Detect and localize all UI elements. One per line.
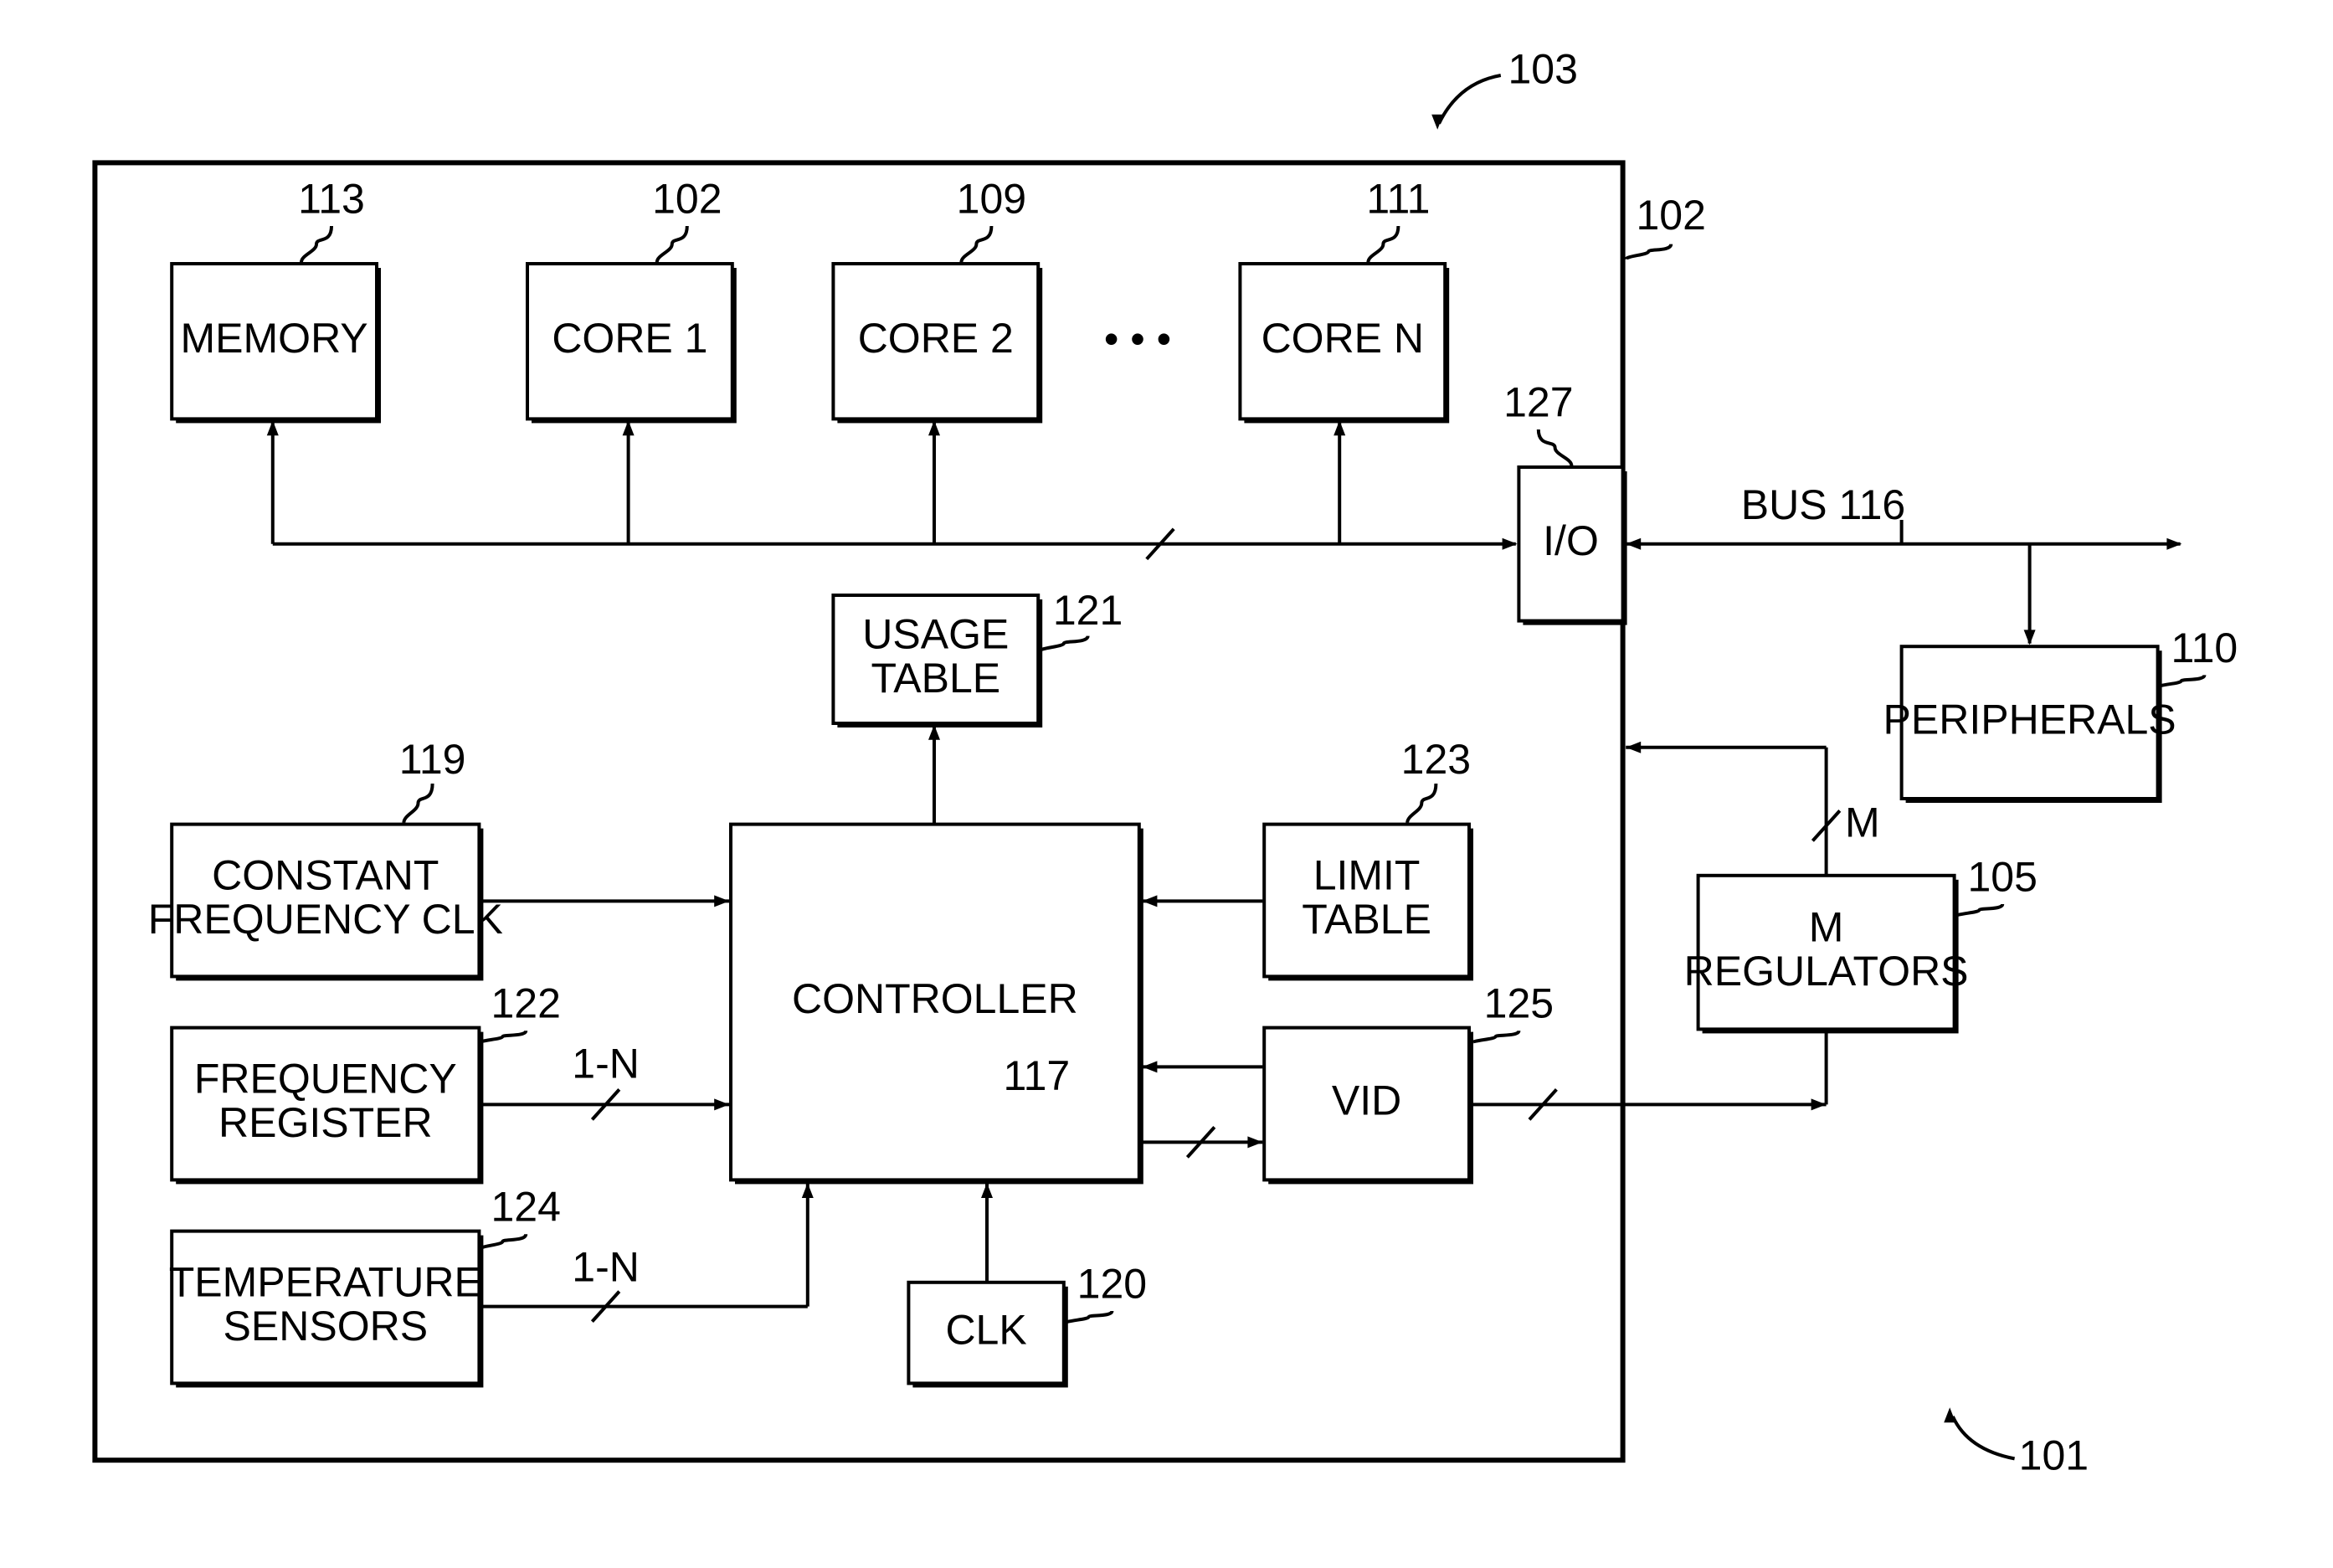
- io-ref: 127: [1503, 378, 1573, 425]
- arrowhead-icon: [801, 1183, 814, 1198]
- clk-ref: 120: [1077, 1260, 1147, 1307]
- arrowhead-icon: [981, 1183, 993, 1198]
- arrowhead-icon: [1142, 1061, 1158, 1073]
- leader-line: [1536, 429, 1574, 466]
- figure-arrow-101: [1950, 1416, 2015, 1461]
- regulators-bus-width: M: [1845, 799, 1880, 846]
- leader-line: [1063, 1310, 1114, 1325]
- leader-line: [655, 225, 689, 263]
- frequency-register-block-label: REGISTER: [218, 1099, 433, 1146]
- clk-block-label: CLK: [945, 1306, 1026, 1353]
- limit-ref: 123: [1401, 736, 1471, 783]
- leader-line: [1038, 635, 1090, 653]
- bus-label: BUS 116: [1741, 481, 1905, 528]
- peripherals-ref: 110: [2171, 625, 2238, 671]
- peripherals-block-label: PERIPHERALS: [1883, 696, 2176, 743]
- figure-ref-101: 101: [2019, 1432, 2089, 1479]
- usage-table-block-label: USAGE: [862, 611, 1009, 658]
- coreN-block-label: CORE N: [1262, 315, 1424, 362]
- vid-ref: 125: [1484, 980, 1554, 1027]
- figure-ref-103: 103: [1508, 46, 1577, 93]
- arrowhead-icon: [1502, 537, 1518, 550]
- arrowhead-icon: [1626, 741, 1642, 753]
- temp-ref: 124: [491, 1184, 560, 1231]
- arrowhead-icon: [1811, 1098, 1827, 1111]
- core2-block-label: CORE 2: [858, 315, 1014, 362]
- controller-ref: 117: [1004, 1052, 1071, 1099]
- ellipsis-more-cores: • • •: [1104, 316, 1171, 362]
- chip-leader: [1624, 243, 1673, 261]
- leader-line: [477, 1030, 528, 1045]
- constant-frequency-clk-block-label: FREQUENCY CLK: [148, 896, 503, 943]
- vid-block-label: VID: [1332, 1077, 1401, 1124]
- leader-line: [477, 1233, 528, 1252]
- arrowhead-icon: [1626, 537, 1642, 550]
- freqreg-ref: 122: [491, 980, 560, 1027]
- constclk-ref: 119: [399, 736, 466, 783]
- leader-line: [1470, 1030, 1521, 1045]
- constant-frequency-clk-block-label: CONSTANT: [212, 852, 439, 899]
- arrowhead-icon: [714, 895, 730, 907]
- memory-ref: 113: [298, 175, 365, 222]
- limit-table-block-label: LIMIT: [1313, 852, 1421, 899]
- coreN-ref: 111: [1366, 175, 1430, 222]
- controller-block-label: CONTROLLER: [792, 975, 1078, 1022]
- diagram-canvas: MEMORY CORE 1 CORE 2 CORE NI/OUSAGETABLECON…: [92, 46, 2238, 1479]
- leader-line: [1405, 783, 1438, 824]
- usage-table-block-label: TABLE: [871, 655, 1000, 702]
- core1-ref: 102: [652, 175, 722, 222]
- usage-table-ref: 121: [1053, 587, 1123, 634]
- regulators-block-label: M: [1809, 904, 1844, 951]
- leader-line: [1366, 225, 1400, 263]
- arrowhead-icon: [714, 1098, 730, 1111]
- leader-line: [402, 783, 434, 824]
- arrowhead-icon: [2023, 630, 2036, 645]
- block-diagram: MEMORY CORE 1 CORE 2 CORE N I/O USAGE TABLE CON…: [0, 0, 2333, 1568]
- leader-line: [1954, 903, 2005, 918]
- arrowhead-icon: [1142, 895, 1158, 907]
- freq-bus-width: 1-N: [572, 1041, 640, 1087]
- io-block-label: I/O: [1543, 517, 1599, 564]
- arrowhead-icon: [1247, 1136, 1263, 1149]
- regulators-ref: 105: [1967, 853, 2037, 900]
- arrowhead-icon: [1944, 1407, 1956, 1423]
- arrowhead-icon: [2166, 537, 2182, 550]
- figure-arrow-103: [1437, 74, 1502, 125]
- chip-ref: 102: [1636, 192, 1705, 239]
- leader-line: [959, 225, 994, 263]
- memory-block-label: MEMORY: [181, 315, 368, 362]
- temp-bus-width: 1-N: [572, 1244, 640, 1291]
- core2-ref: 109: [957, 175, 1026, 222]
- leader-line: [2156, 674, 2207, 689]
- frequency-register-block-label: FREQUENCY: [194, 1056, 457, 1103]
- regulators-block-label: REGULATORS: [1684, 948, 1969, 995]
- temperature-sensors-block-label: SENSORS: [224, 1303, 429, 1350]
- temperature-sensors-block-label: TEMPERATURE: [169, 1259, 482, 1306]
- leader-line: [300, 225, 333, 263]
- limit-table-block-label: TABLE: [1302, 896, 1431, 943]
- core1-block-label: CORE 1: [552, 315, 707, 362]
